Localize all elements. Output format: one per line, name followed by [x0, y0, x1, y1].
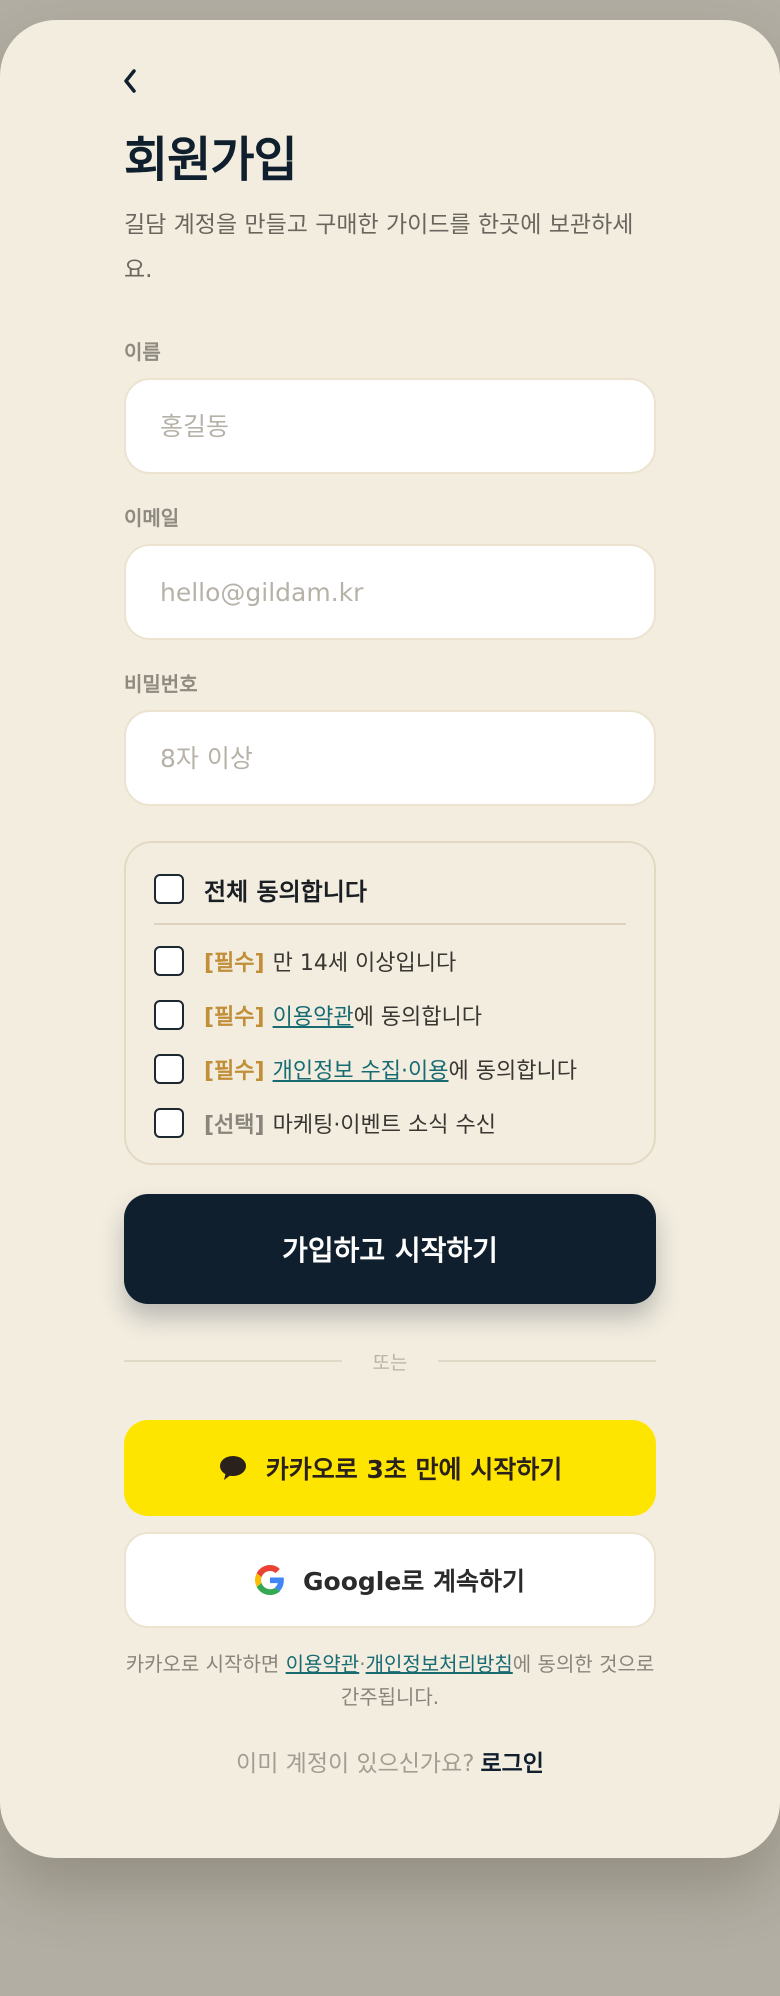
note-terms-link[interactable]: 이용약관	[286, 1652, 360, 1676]
or-line-right	[438, 1360, 656, 1362]
consent-note-prefix: 카카오로 시작하면	[125, 1652, 286, 1676]
name-input[interactable]	[124, 378, 656, 474]
or-divider: 또는	[124, 1348, 656, 1374]
chevron-left-icon	[124, 69, 136, 93]
password-input[interactable]	[124, 710, 656, 806]
signup-submit-button[interactable]: 가입하고 시작하기	[124, 1194, 656, 1304]
terms-checkbox-age[interactable]	[154, 946, 184, 976]
terms-checkbox-privacy[interactable]	[154, 1054, 184, 1084]
privacy-collection-link[interactable]: 개인정보 수집·이용	[273, 1059, 449, 1084]
terms-of-service-link[interactable]: 이용약관	[273, 1005, 354, 1030]
page-subtitle: 길담 계정을 만들고 구매한 가이드를 한곳에 보관하세요.	[124, 212, 634, 283]
required-tag: [필수]	[204, 951, 265, 976]
terms-item-text: 에 동의합니다	[448, 1059, 577, 1084]
required-tag: [필수]	[204, 1005, 265, 1030]
terms-item-marketing[interactable]: [선택] 마케팅·이벤트 소식 수신	[154, 1105, 496, 1141]
login-prompt-row: 이미 계정이 있으신가요? 로그인	[124, 1744, 656, 1778]
terms-item-privacy[interactable]: [필수] 개인정보 수집·이용에 동의합니다	[154, 1051, 577, 1087]
page-title: 회원가입	[124, 132, 298, 188]
login-link[interactable]: 로그인	[480, 1751, 543, 1777]
login-prompt-text: 이미 계정이 있으신가요?	[236, 1751, 475, 1777]
kakao-login-label: 카카오로 3초 만에 시작하기	[265, 1455, 563, 1484]
signup-card: 회원가입 길담 계정을 만들고 구매한 가이드를 한곳에 보관하세요. 이름 이…	[0, 20, 780, 1858]
terms-item-text: 만 14세 이상입니다	[272, 951, 457, 976]
google-login-label: Google로 계속하기	[303, 1567, 525, 1596]
kakao-login-button[interactable]: 카카오로 3초 만에 시작하기	[124, 1420, 656, 1516]
consent-note: 카카오로 시작하면 이용약관·개인정보처리방침에 동의한 것으로 간주됩니다.	[120, 1648, 660, 1714]
speech-bubble-icon	[218, 1454, 248, 1482]
terms-divider	[154, 923, 626, 925]
terms-item-service[interactable]: [필수] 이용약관에 동의합니다	[154, 997, 482, 1033]
optional-tag: [선택]	[204, 1113, 265, 1138]
password-label: 비밀번호	[124, 672, 198, 696]
terms-item-text: 에 동의합니다	[353, 1005, 482, 1030]
email-input[interactable]	[124, 544, 656, 640]
terms-box: 전체 동의합니다 [필수] 만 14세 이상입니다 [필수] 이용약관에 동의합니다…	[124, 841, 656, 1165]
terms-checkbox-marketing[interactable]	[154, 1108, 184, 1138]
terms-item-text: 마케팅·이벤트 소식 수신	[272, 1113, 496, 1138]
agree-all-label: 전체 동의합니다	[204, 877, 367, 906]
terms-checkbox-service[interactable]	[154, 1000, 184, 1030]
agree-all-checkbox[interactable]	[154, 874, 184, 904]
back-button[interactable]	[122, 66, 138, 100]
terms-item-age[interactable]: [필수] 만 14세 이상입니다	[154, 943, 456, 979]
google-g-icon	[255, 1565, 285, 1595]
required-tag: [필수]	[204, 1059, 265, 1084]
agree-all-row[interactable]: 전체 동의합니다	[154, 871, 367, 907]
note-privacy-policy-link[interactable]: 개인정보처리방침	[366, 1652, 513, 1676]
name-label: 이름	[124, 340, 161, 364]
email-label: 이메일	[124, 506, 180, 530]
google-login-button[interactable]: Google로 계속하기	[124, 1532, 656, 1628]
